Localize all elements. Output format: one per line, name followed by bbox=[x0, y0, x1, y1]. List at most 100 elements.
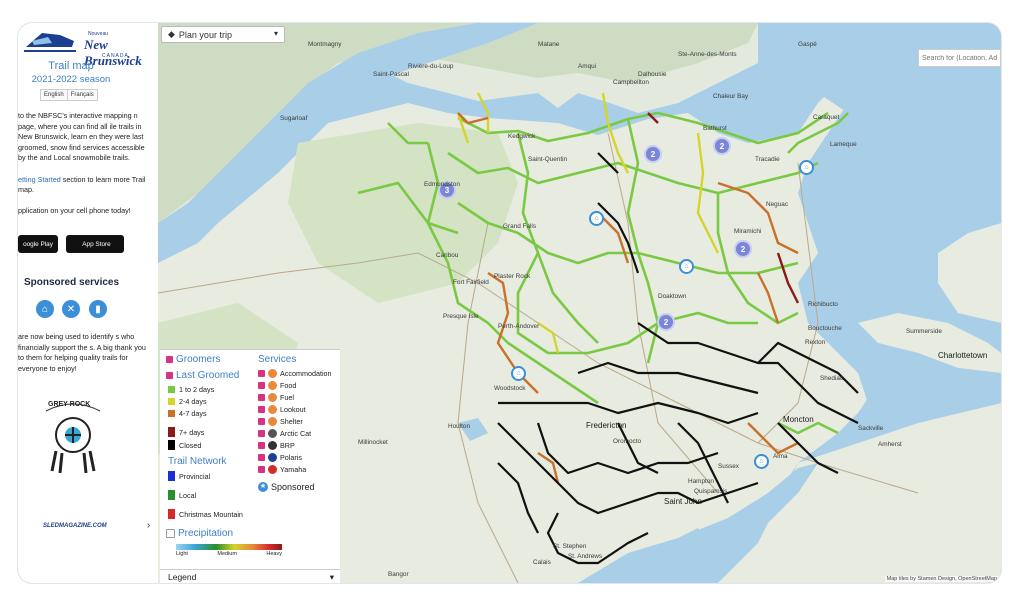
shelter-marker[interactable]: ⌂ bbox=[754, 454, 769, 469]
service-checkbox[interactable] bbox=[258, 418, 265, 425]
place-label: Sackville bbox=[858, 425, 884, 432]
service-checkbox[interactable] bbox=[258, 466, 265, 473]
service-checkbox[interactable] bbox=[258, 406, 265, 413]
precipitation-heading: Precipitation bbox=[178, 528, 234, 539]
place-label: Gaspé bbox=[798, 41, 817, 48]
place-label: Matane bbox=[538, 41, 560, 48]
place-label: Presque Isle bbox=[443, 313, 479, 320]
place-label: St. Andrews bbox=[568, 553, 603, 560]
place-label: Amqui bbox=[578, 63, 597, 70]
legend-toggle[interactable]: Legend ▾ bbox=[160, 569, 340, 583]
precip-medium-label: Medium bbox=[217, 551, 237, 557]
google-play-button[interactable]: oogle Play bbox=[18, 235, 58, 253]
place-label: Plaster Rock bbox=[494, 273, 531, 280]
service-label: Lookout bbox=[280, 405, 306, 414]
search-input[interactable] bbox=[918, 49, 1001, 67]
page-title: Trail map bbox=[48, 60, 94, 72]
service-label: Fuel bbox=[280, 393, 294, 402]
lang-french-button[interactable]: Français bbox=[66, 90, 97, 100]
map-attribution[interactable]: Map tiles by Stamen Design, OpenStreetMa… bbox=[884, 576, 999, 582]
logo: Nouveau New Brunswick CANADA bbox=[22, 27, 154, 68]
place-label: Kedgwick bbox=[508, 133, 536, 140]
place-label: Lameque bbox=[830, 141, 857, 148]
app-store-button[interactable]: App Store bbox=[66, 235, 124, 253]
shelter-marker[interactable]: ⌂ bbox=[799, 160, 814, 175]
place-label: Perth-Andover bbox=[498, 323, 540, 330]
last-groomed-checkbox[interactable] bbox=[166, 372, 173, 379]
place-label: Montmagny bbox=[308, 41, 342, 48]
service-label: Accommodation bbox=[280, 369, 332, 378]
sledmagazine-logo[interactable]: SLEDMAGAZINE.COM bbox=[43, 523, 107, 529]
groomers-heading: Groomers bbox=[176, 354, 221, 365]
groomers-checkbox[interactable] bbox=[166, 356, 173, 363]
place-label: Summerside bbox=[906, 328, 942, 335]
collapse-sidebar-icon[interactable]: › bbox=[147, 520, 150, 531]
getting-started-link[interactable]: etting Started bbox=[18, 175, 61, 184]
grey-rock-logo[interactable]: GREY ROCK bbox=[38, 395, 108, 475]
sponsored-star-icon: ★ bbox=[258, 482, 268, 492]
shelter-marker[interactable]: ⌂ bbox=[511, 366, 526, 381]
cluster-marker[interactable]: 2 bbox=[734, 240, 752, 258]
place-label: Fredericton bbox=[586, 421, 627, 430]
service-checkbox[interactable] bbox=[258, 454, 265, 461]
place-label: Bathurst bbox=[703, 125, 727, 132]
plan-trip-dropdown[interactable]: ◆ Plan your trip ▾ bbox=[161, 26, 285, 43]
service-label: Shelter bbox=[280, 417, 303, 426]
service-checkbox[interactable] bbox=[258, 394, 265, 401]
swatch-2-4-days bbox=[168, 398, 175, 405]
place-label: Rexton bbox=[805, 339, 826, 346]
place-label: Calais bbox=[533, 559, 551, 566]
cluster-marker[interactable]: 2 bbox=[713, 137, 731, 155]
place-label: Amherst bbox=[878, 441, 902, 448]
precip-light-label: Light bbox=[176, 551, 188, 557]
accommodation-icon bbox=[268, 369, 277, 378]
shelter-marker[interactable]: ⌂ bbox=[589, 211, 604, 226]
place-label: Campbellton bbox=[613, 79, 649, 86]
service-checkbox[interactable] bbox=[258, 370, 265, 377]
legend-label: Legend bbox=[168, 572, 197, 582]
service-label: Polaris bbox=[280, 453, 302, 462]
service-checkbox[interactable] bbox=[258, 382, 265, 389]
chevron-down-icon: ▾ bbox=[329, 571, 334, 582]
precipitation-checkbox[interactable] bbox=[166, 529, 175, 538]
place-label: Rivière-du-Loup bbox=[408, 63, 454, 70]
swatch-1-2-days bbox=[168, 386, 175, 393]
swatch-provincial bbox=[168, 471, 175, 481]
service-label: Arctic Cat bbox=[280, 429, 312, 438]
swatch-7-plus-days bbox=[168, 427, 175, 437]
plan-trip-label: Plan your trip bbox=[178, 29, 232, 40]
place-label: Tracadie bbox=[755, 156, 780, 163]
legend-item: Closed bbox=[179, 440, 202, 450]
legend-item: 2-4 days bbox=[179, 397, 207, 406]
service-checkbox[interactable] bbox=[258, 442, 265, 449]
place-label: Alma bbox=[773, 453, 788, 460]
brp-icon bbox=[268, 441, 277, 450]
place-label: Millinocket bbox=[358, 439, 388, 446]
place-label: Sussex bbox=[718, 463, 739, 470]
cluster-marker[interactable]: 2 bbox=[657, 313, 675, 331]
trail-network-heading: Trail Network bbox=[168, 456, 227, 467]
sponsored-thanks-text: are now being used to identify s who fin… bbox=[18, 332, 146, 373]
fuel-icon bbox=[268, 393, 277, 402]
place-label: Oromocto bbox=[613, 438, 642, 445]
place-label: Grand Falls bbox=[503, 223, 537, 230]
place-label: Bouctouche bbox=[808, 325, 842, 332]
season-label: 2021-2022 season bbox=[31, 74, 111, 85]
polaris-icon bbox=[268, 453, 277, 462]
place-label: Saint-Quentin bbox=[528, 156, 568, 163]
shelter-marker[interactable]: ⌂ bbox=[679, 259, 694, 274]
language-switch: English Français bbox=[40, 89, 98, 101]
swatch-4-7-days bbox=[168, 410, 175, 417]
place-label: Caraquet bbox=[813, 114, 840, 121]
lang-english-button[interactable]: English bbox=[41, 90, 67, 100]
service-label: Yamaha bbox=[280, 465, 307, 474]
sponsored-label: Sponsored bbox=[271, 482, 315, 492]
cluster-marker[interactable]: 2 bbox=[644, 145, 662, 163]
service-checkbox[interactable] bbox=[258, 430, 265, 437]
place-label: Saint-Pascal bbox=[373, 71, 409, 78]
food-icon bbox=[268, 381, 277, 390]
place-label: Sugarloaf bbox=[280, 115, 308, 122]
food-icon: ✕ bbox=[62, 300, 80, 318]
route-icon: ◆ bbox=[168, 29, 175, 39]
service-label: BRP bbox=[280, 441, 295, 450]
